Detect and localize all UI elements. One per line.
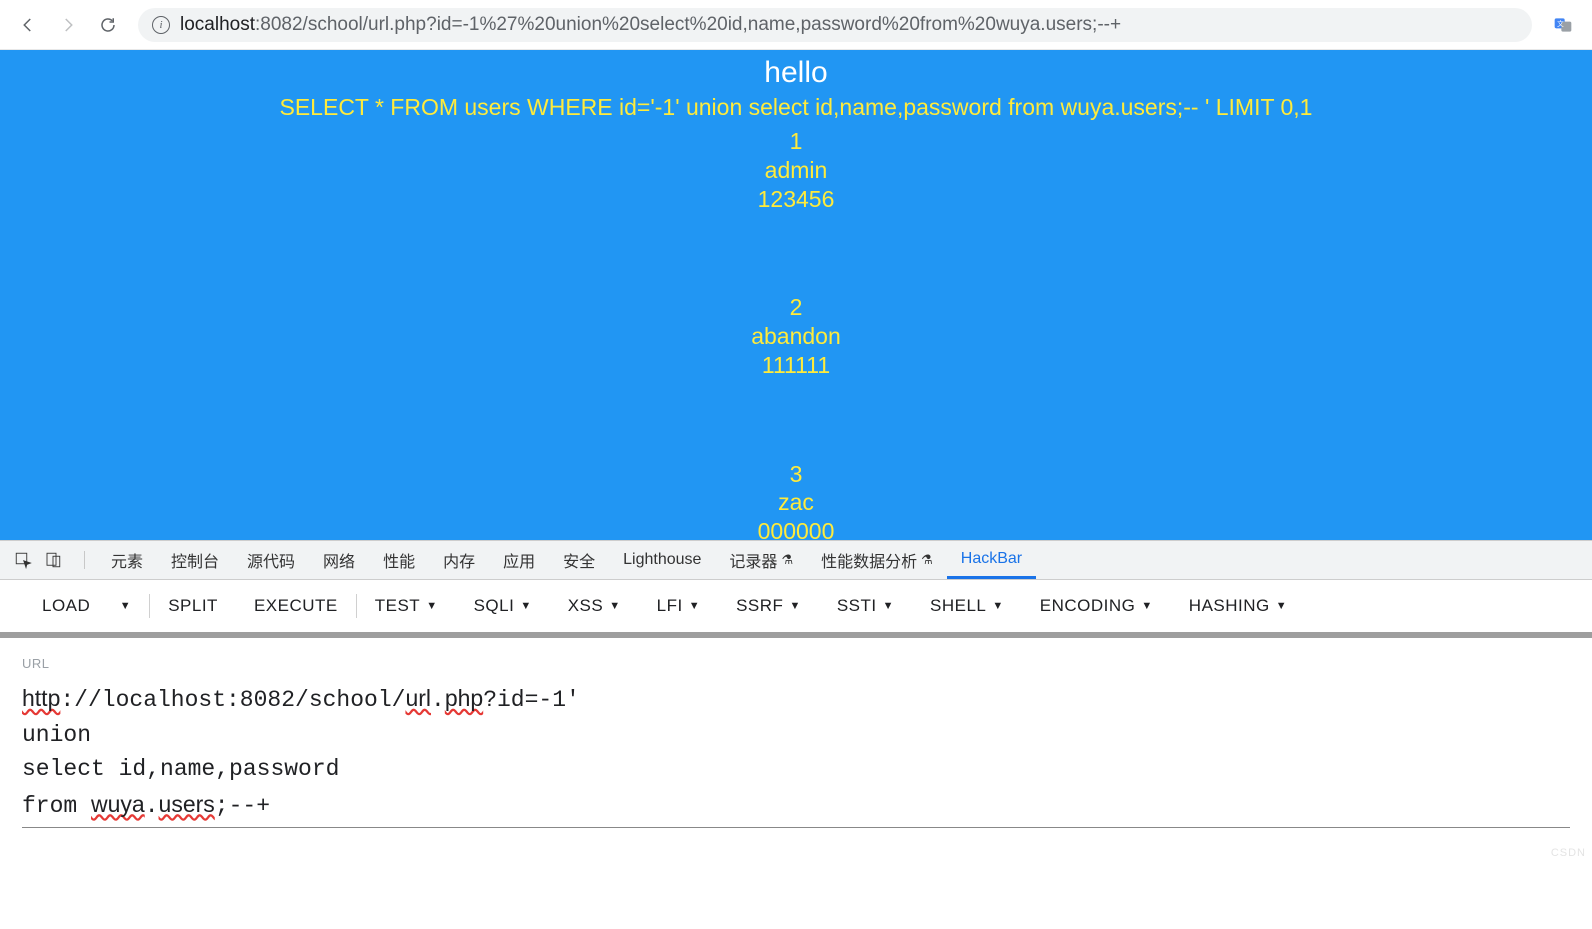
inspect-icon[interactable]	[12, 549, 34, 571]
page-content: hello SELECT * FROM users WHERE id='-1' …	[0, 50, 1592, 540]
site-info-icon[interactable]: i	[152, 16, 170, 34]
devtools-tab-应用[interactable]: 应用	[489, 541, 549, 579]
hackbar-execute-button[interactable]: EXECUTE	[236, 580, 356, 632]
translate-icon[interactable]: 文	[1552, 14, 1574, 36]
devtools-tab-hackbar[interactable]: HackBar	[947, 541, 1036, 579]
watermark: CSDN	[1551, 847, 1586, 859]
result-row: 3 zac 000000	[0, 460, 1592, 541]
chevron-down-icon: ▼	[520, 600, 531, 612]
url-text: localhost:8082/school/url.php?id=-1%27%2…	[180, 14, 1121, 36]
page-title: hello	[0, 50, 1592, 90]
result-row: 1 admin 123456	[0, 127, 1592, 213]
devtools-tab-lighthouse[interactable]: Lighthouse	[609, 541, 715, 579]
browser-toolbar: i localhost:8082/school/url.php?id=-1%27…	[0, 0, 1592, 50]
url-field-label: URL	[22, 656, 1570, 671]
hackbar-shell-button[interactable]: SHELL▼	[912, 580, 1022, 632]
hackbar-sqli-button[interactable]: SQLI▼	[456, 580, 550, 632]
separator	[84, 551, 85, 569]
devtools-tab-控制台[interactable]: 控制台	[157, 541, 233, 579]
hackbar-test-button[interactable]: TEST▼	[357, 580, 456, 632]
devtools-tab-记录器[interactable]: 记录器 ⚗	[715, 541, 807, 579]
reload-button[interactable]	[98, 15, 118, 35]
chevron-down-icon: ▼	[883, 600, 894, 612]
device-toggle-icon[interactable]	[42, 549, 64, 571]
hackbar-ssrf-button[interactable]: SSRF▼	[718, 580, 819, 632]
row-name: admin	[0, 156, 1592, 185]
devtools-tab-源代码[interactable]: 源代码	[233, 541, 309, 579]
chevron-down-icon: ▼	[120, 600, 131, 612]
hackbar-load-button[interactable]: LOAD ▼	[24, 580, 149, 632]
hackbar-xss-button[interactable]: XSS▼	[550, 580, 639, 632]
chevron-down-icon: ▼	[789, 600, 800, 612]
hackbar-lfi-button[interactable]: LFI▼	[639, 580, 718, 632]
row-id: 2	[0, 293, 1592, 322]
forward-button[interactable]	[58, 15, 78, 35]
result-row: 2 abandon 111111	[0, 293, 1592, 379]
devtools-tab-性能[interactable]: 性能	[369, 541, 429, 579]
row-pwd: 111111	[0, 351, 1592, 380]
chevron-down-icon: ▼	[1276, 600, 1287, 612]
chevron-down-icon: ▼	[426, 600, 437, 612]
devtools-tab-内存[interactable]: 内存	[429, 541, 489, 579]
back-button[interactable]	[18, 15, 38, 35]
svg-text:文: 文	[1557, 18, 1564, 27]
row-id: 3	[0, 460, 1592, 489]
row-pwd: 000000	[0, 517, 1592, 540]
devtools-tab-性能数据分析[interactable]: 性能数据分析 ⚗	[807, 541, 947, 579]
chevron-down-icon: ▼	[689, 600, 700, 612]
hackbar-encoding-button[interactable]: ENCODING▼	[1022, 580, 1171, 632]
row-name: zac	[0, 488, 1592, 517]
hackbar-split-button[interactable]: SPLIT	[150, 580, 236, 632]
devtools-tab-安全[interactable]: 安全	[549, 541, 609, 579]
row-name: abandon	[0, 322, 1592, 351]
hackbar-hashing-button[interactable]: HASHING▼	[1171, 580, 1305, 632]
hackbar-toolbar: LOAD ▼SPLITEXECUTETEST▼SQLI▼XSS▼LFI▼SSRF…	[0, 580, 1592, 638]
row-id: 1	[0, 127, 1592, 156]
row-pwd: 123456	[0, 185, 1592, 214]
chevron-down-icon: ▼	[1141, 600, 1152, 612]
address-bar[interactable]: i localhost:8082/school/url.php?id=-1%27…	[138, 8, 1532, 42]
chevron-down-icon: ▼	[992, 600, 1003, 612]
devtools-tab-元素[interactable]: 元素	[97, 541, 157, 579]
devtools-tab-网络[interactable]: 网络	[309, 541, 369, 579]
url-textarea[interactable]: http://localhost:8082/school/url.php?id=…	[22, 681, 1570, 828]
devtools-tabs: 元素控制台源代码网络性能内存应用安全Lighthouse记录器 ⚗性能数据分析 …	[0, 540, 1592, 580]
chevron-down-icon: ▼	[609, 600, 620, 612]
hackbar-ssti-button[interactable]: SSTI▼	[819, 580, 912, 632]
sql-query: SELECT * FROM users WHERE id='-1' union …	[0, 94, 1592, 121]
hackbar-panel: URL http://localhost:8082/school/url.php…	[0, 638, 1592, 828]
